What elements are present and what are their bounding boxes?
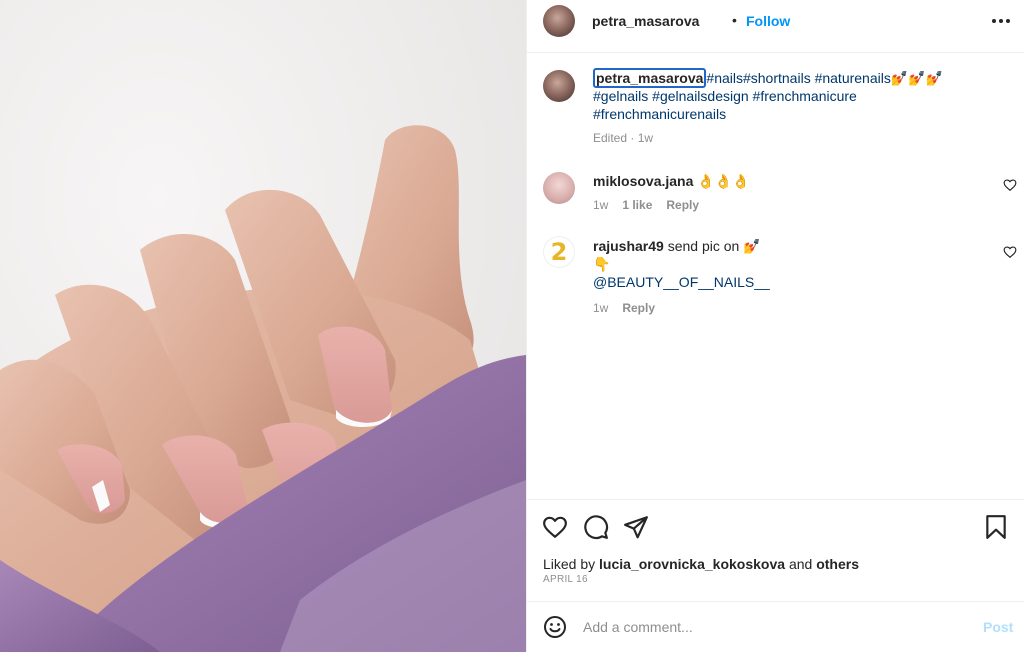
caption-hashtags-line3[interactable]: #frenchmanicurenails xyxy=(593,106,726,122)
post-actions-bar xyxy=(527,500,1024,550)
comment-reply-button[interactable]: Reply xyxy=(622,301,655,315)
more-options-icon[interactable] xyxy=(992,19,1012,25)
share-icon[interactable] xyxy=(623,514,649,540)
header-divider xyxy=(527,52,1024,53)
commenter-avatar-digit: 2 xyxy=(550,238,568,266)
add-comment-row: Post xyxy=(527,601,1024,652)
likes-summary: Liked by lucia_orovnicka_kokoskova and o… xyxy=(543,556,859,572)
likes-others-link[interactable]: others xyxy=(816,556,859,572)
comment-like-heart-icon[interactable] xyxy=(1003,178,1017,192)
caption-author-username[interactable]: petra_masarova xyxy=(593,68,707,88)
post-date[interactable]: APRIL 16 xyxy=(543,574,588,585)
caption-emoji: 💅💅💅 xyxy=(890,70,944,86)
comment-emoji-line: 👇 xyxy=(593,256,611,272)
caption-hashtags-line2[interactable]: #gelnails #gelnailsdesign #frenchmanicur… xyxy=(593,88,857,104)
header-separator: • xyxy=(732,12,737,28)
comment-username[interactable]: rajushar49 xyxy=(593,238,664,254)
comment-like-heart-icon[interactable] xyxy=(1003,245,1017,259)
caption-hashtags-line1[interactable]: #nails#shortnails #naturenails xyxy=(706,70,890,86)
comment-text: send pic on 💅 xyxy=(667,238,761,254)
post-caption: petra_masarova #nails#shortnails #naturen… xyxy=(593,68,973,123)
post-image[interactable] xyxy=(0,0,526,652)
comment: miklosova.jana 👌👌👌 xyxy=(593,172,973,190)
post-header: petra_masarova • Follow xyxy=(527,0,1024,44)
follow-button[interactable]: Follow xyxy=(746,13,790,29)
post-details-panel: petra_masarova • Follow petra_masarova #n… xyxy=(526,0,1024,652)
post-comment-button[interactable]: Post xyxy=(983,619,1013,635)
comment-likes-count[interactable]: 1 like xyxy=(622,198,652,212)
caption-author-avatar[interactable] xyxy=(543,70,575,102)
emoji-icon[interactable] xyxy=(543,615,567,639)
author-avatar[interactable] xyxy=(543,5,575,37)
comment-mention-link[interactable]: @BEAUTY__OF__NAILS__ xyxy=(593,274,770,290)
likes-user-link[interactable]: lucia_orovnicka_kokoskova xyxy=(599,556,785,572)
comment-time: 1w xyxy=(593,198,609,212)
comment-meta: 1w Reply xyxy=(593,301,655,315)
likes-joiner: and xyxy=(788,556,813,572)
add-comment-input[interactable] xyxy=(583,616,963,638)
comment-text: 👌👌👌 xyxy=(697,173,750,189)
comment-icon[interactable] xyxy=(583,514,609,540)
caption-meta: Edited · 1w xyxy=(593,131,654,145)
comment-meta: 1w 1 like Reply xyxy=(593,198,699,212)
heart-icon[interactable] xyxy=(542,514,568,540)
comment-time: 1w xyxy=(593,301,609,315)
comment-reply-button[interactable]: Reply xyxy=(666,198,699,212)
author-username[interactable]: petra_masarova xyxy=(592,13,699,29)
likes-prefix: Liked by xyxy=(543,556,596,572)
instagram-post: petra_masarova • Follow petra_masarova #n… xyxy=(0,0,1024,652)
bookmark-icon[interactable] xyxy=(983,514,1009,540)
commenter-avatar[interactable]: 2 xyxy=(543,236,575,268)
comment-username[interactable]: miklosova.jana xyxy=(593,173,693,189)
comment: rajushar49 send pic on 💅 👇 @BEAUTY__OF__… xyxy=(593,237,973,291)
commenter-avatar[interactable] xyxy=(543,172,575,204)
post-photo-illustration xyxy=(0,125,526,652)
